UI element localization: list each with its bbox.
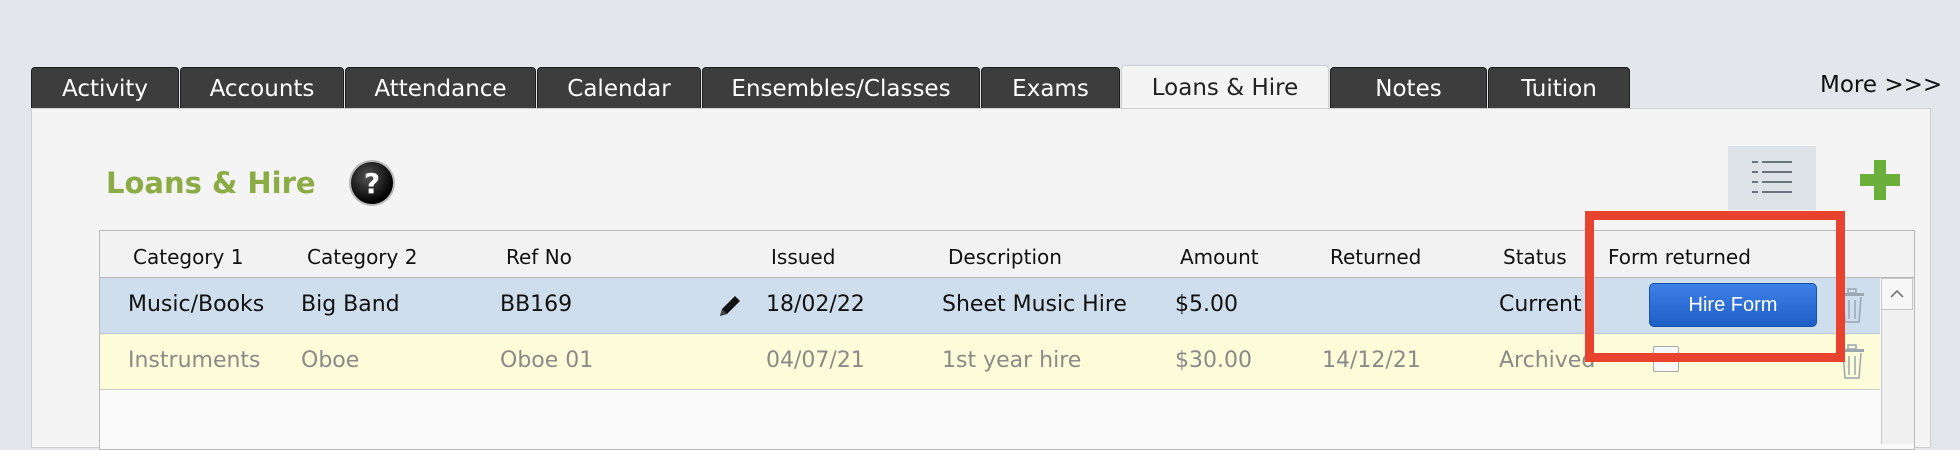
- cell-issued: 04/07/21: [766, 348, 865, 373]
- more-tabs-link[interactable]: More >>>: [1820, 72, 1942, 98]
- list-view-icon: [1752, 161, 1792, 193]
- table-row[interactable]: Instruments Oboe Oboe 01 04/07/21 1st ye…: [100, 334, 1880, 390]
- page-title: Loans & Hire: [106, 166, 316, 200]
- list-view-button[interactable]: [1728, 146, 1816, 210]
- cell-amount: $30.00: [1175, 348, 1252, 373]
- cell-ref-no: Oboe 01: [500, 348, 594, 373]
- tab-tuition[interactable]: Tuition: [1488, 67, 1630, 109]
- form-returned-checkbox[interactable]: [1653, 346, 1679, 372]
- trash-icon[interactable]: [1837, 288, 1867, 324]
- cell-ref-no: BB169: [500, 292, 573, 317]
- tab-loans-hire[interactable]: Loans & Hire: [1121, 65, 1329, 109]
- column-header-amount[interactable]: Amount: [1180, 245, 1259, 269]
- tab-activity[interactable]: Activity: [31, 67, 179, 109]
- column-header-issued[interactable]: Issued: [771, 245, 835, 269]
- cell-category2: Big Band: [301, 292, 400, 317]
- tab-exams[interactable]: Exams: [981, 67, 1120, 109]
- cell-status: Current: [1499, 292, 1582, 317]
- column-header-category2[interactable]: Category 2: [307, 245, 417, 269]
- table-header: Category 1 Category 2 Ref No Issued Desc…: [100, 231, 1914, 278]
- column-header-description[interactable]: Description: [948, 245, 1062, 269]
- cell-category1: Music/Books: [128, 292, 265, 317]
- column-header-category1[interactable]: Category 1: [133, 245, 243, 269]
- column-header-form-returned[interactable]: Form returned: [1608, 245, 1751, 269]
- cell-returned: 14/12/21: [1322, 348, 1421, 373]
- tab-accounts[interactable]: Accounts: [180, 67, 344, 109]
- trash-icon[interactable]: [1837, 344, 1867, 380]
- tab-notes[interactable]: Notes: [1330, 67, 1487, 109]
- cell-category2: Oboe: [301, 348, 360, 373]
- table-row[interactable]: Music/Books Big Band BB169 18/02/22 Shee…: [100, 278, 1880, 334]
- cell-category1: Instruments: [128, 348, 261, 373]
- cell-issued: 18/02/22: [766, 292, 865, 317]
- cell-amount: $5.00: [1175, 292, 1238, 317]
- tab-bar: Activity Accounts Attendance Calendar En…: [31, 65, 1931, 109]
- help-icon[interactable]: ?: [349, 160, 395, 206]
- add-loan-button[interactable]: [1860, 160, 1900, 200]
- cell-description: Sheet Music Hire: [942, 292, 1127, 317]
- column-header-ref-no[interactable]: Ref No: [506, 245, 572, 269]
- tab-calendar[interactable]: Calendar: [537, 67, 701, 109]
- cell-description: 1st year hire: [942, 348, 1082, 373]
- pencil-icon[interactable]: [716, 292, 744, 320]
- cell-status: Archived: [1499, 348, 1596, 373]
- column-header-status[interactable]: Status: [1503, 245, 1567, 269]
- column-header-returned[interactable]: Returned: [1330, 245, 1421, 269]
- tab-attendance[interactable]: Attendance: [345, 67, 536, 109]
- tab-ensembles-classes[interactable]: Ensembles/Classes: [702, 67, 980, 109]
- scroll-up-button[interactable]: [1881, 278, 1913, 310]
- hire-form-button[interactable]: Hire Form: [1649, 283, 1817, 327]
- chevron-up-icon: [1890, 289, 1904, 298]
